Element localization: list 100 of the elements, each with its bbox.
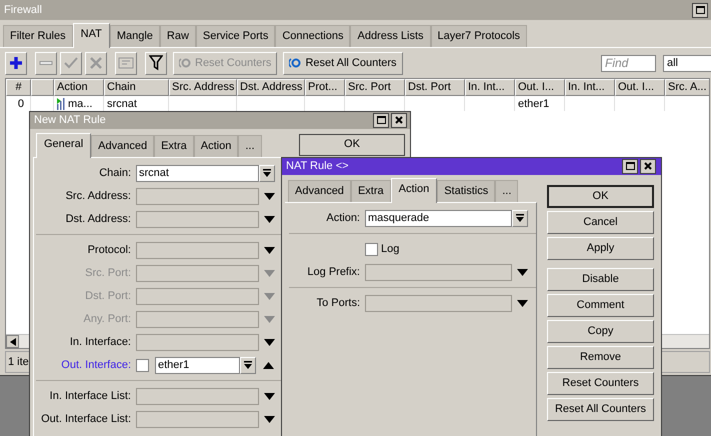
tab[interactable]: Advanced <box>288 180 351 202</box>
tab[interactable]: ... <box>495 180 518 202</box>
field-label: Action: <box>325 210 361 226</box>
column-header[interactable]: Dst. Address <box>237 79 305 96</box>
tab[interactable]: Extra <box>154 134 194 156</box>
dropdown-arrow-icon[interactable] <box>517 268 528 276</box>
find-field[interactable]: Find <box>601 54 656 72</box>
checkbox[interactable] <box>136 358 149 372</box>
window-title: New NAT Rule <box>34 113 106 128</box>
reset-icon <box>289 58 302 68</box>
input-field[interactable] <box>365 264 512 280</box>
action-icon <box>57 98 65 110</box>
input-field[interactable] <box>365 294 512 312</box>
dialog-button[interactable]: Copy <box>547 320 654 342</box>
column-header[interactable]: In. Int... <box>565 79 615 96</box>
column-header[interactable]: Chain <box>104 79 169 96</box>
dropdown-arrow-icon[interactable] <box>517 300 528 306</box>
tab[interactable]: Address Lists <box>350 25 431 47</box>
column-header[interactable]: Dst. Port <box>405 79 465 96</box>
input-field[interactable] <box>136 242 259 258</box>
tab[interactable]: Filter Rules <box>3 25 73 47</box>
maximize-button[interactable] <box>692 2 708 18</box>
select-field[interactable]: masquerade <box>365 210 512 226</box>
collapse-arrow-icon[interactable] <box>263 362 274 368</box>
status-text: 1 ite <box>8 354 29 370</box>
dropdown-button[interactable] <box>240 356 256 374</box>
reset-counters-button[interactable]: Reset All Counters <box>283 52 403 74</box>
dropdown-button[interactable] <box>259 164 275 182</box>
column-header[interactable]: Prot... <box>305 79 345 96</box>
close-button[interactable] <box>640 158 656 174</box>
tab[interactable]: Extra <box>350 180 391 202</box>
column-header[interactable]: # <box>6 79 31 96</box>
input-field[interactable] <box>136 210 259 228</box>
select-field[interactable]: srcnat <box>136 164 259 182</box>
field-label: Dst. Port: <box>84 288 132 304</box>
field-label: In. Interface: <box>68 334 132 350</box>
field-label: Out. Interface: <box>60 358 132 373</box>
dialog-button[interactable]: Reset Counters <box>547 372 654 394</box>
tab[interactable]: Action <box>390 178 438 202</box>
input-field[interactable] <box>136 334 259 350</box>
toolbar-button[interactable] <box>145 52 167 74</box>
checkbox-label: Log <box>381 242 400 257</box>
x-icon <box>89 56 103 70</box>
dropdown-arrow-icon[interactable] <box>264 216 275 222</box>
column-header[interactable]: Src. A... <box>665 79 709 96</box>
tab[interactable]: Action <box>194 134 238 156</box>
input-field[interactable] <box>136 410 259 428</box>
ok-button[interactable]: OK <box>299 134 405 156</box>
checkbox[interactable] <box>365 242 378 256</box>
tab[interactable]: Layer7 Protocols <box>430 25 528 47</box>
maximize-icon <box>626 162 634 170</box>
tab[interactable]: Statistics <box>437 180 496 202</box>
column-header[interactable]: In. Int... <box>465 79 515 96</box>
maximize-icon <box>376 116 386 124</box>
tab[interactable]: Connections <box>275 25 350 47</box>
field-label: Dst. Address: <box>64 212 132 227</box>
tab[interactable]: General <box>36 132 92 158</box>
maximize-button[interactable] <box>373 112 389 128</box>
scroll-left-button[interactable] <box>6 335 19 348</box>
dropdown-button[interactable] <box>512 210 528 226</box>
column-header[interactable]: Out. I... <box>615 79 665 96</box>
dropdown-arrow-icon[interactable] <box>264 246 275 254</box>
column-header[interactable]: Action <box>54 79 104 96</box>
dialog-button[interactable]: Remove <box>547 346 654 368</box>
toolbar-button[interactable] <box>5 52 27 74</box>
column-header[interactable]: Src. Address <box>169 79 237 96</box>
input-field[interactable] <box>136 388 259 404</box>
maximize-button[interactable] <box>622 158 638 174</box>
table-cell: ma... <box>68 96 92 110</box>
close-button[interactable] <box>391 112 407 128</box>
dialog-button[interactable]: Disable <box>547 268 654 290</box>
dialog-button[interactable]: Cancel <box>547 210 654 234</box>
tab[interactable]: ... <box>238 134 262 156</box>
select-field[interactable]: ether1 <box>155 356 240 374</box>
column-header[interactable] <box>31 79 54 96</box>
close-icon <box>644 162 652 170</box>
dropdown-arrow-icon[interactable] <box>264 192 275 200</box>
tab[interactable]: Service Ports <box>196 25 276 47</box>
input-field[interactable] <box>136 188 259 204</box>
dropdown-arrow-icon[interactable] <box>264 338 275 346</box>
left-arrow-icon <box>10 338 16 346</box>
tab[interactable]: Advanced <box>91 134 154 156</box>
dropdown-arrow-icon[interactable] <box>264 416 275 422</box>
dropdown-icon <box>516 214 524 222</box>
input-field[interactable] <box>136 310 259 328</box>
input-field[interactable] <box>136 288 259 304</box>
tab[interactable]: NAT <box>72 23 110 48</box>
dialog-button[interactable]: OK <box>547 184 654 208</box>
tab[interactable]: Mangle <box>110 25 160 47</box>
window-title: Firewall <box>4 2 42 18</box>
dialog-button[interactable]: Comment <box>547 294 654 316</box>
input-field[interactable] <box>136 264 259 282</box>
tab[interactable]: Raw <box>160 25 196 47</box>
dialog-button[interactable]: Apply <box>547 236 654 260</box>
dialog-button[interactable]: Reset All Counters <box>547 398 654 420</box>
filter-select[interactable]: all <box>663 54 711 72</box>
column-header[interactable]: Src. Port <box>345 79 405 96</box>
close-icon <box>395 116 403 124</box>
column-header[interactable]: Out. I... <box>515 79 565 96</box>
dropdown-arrow-icon[interactable] <box>264 392 275 400</box>
